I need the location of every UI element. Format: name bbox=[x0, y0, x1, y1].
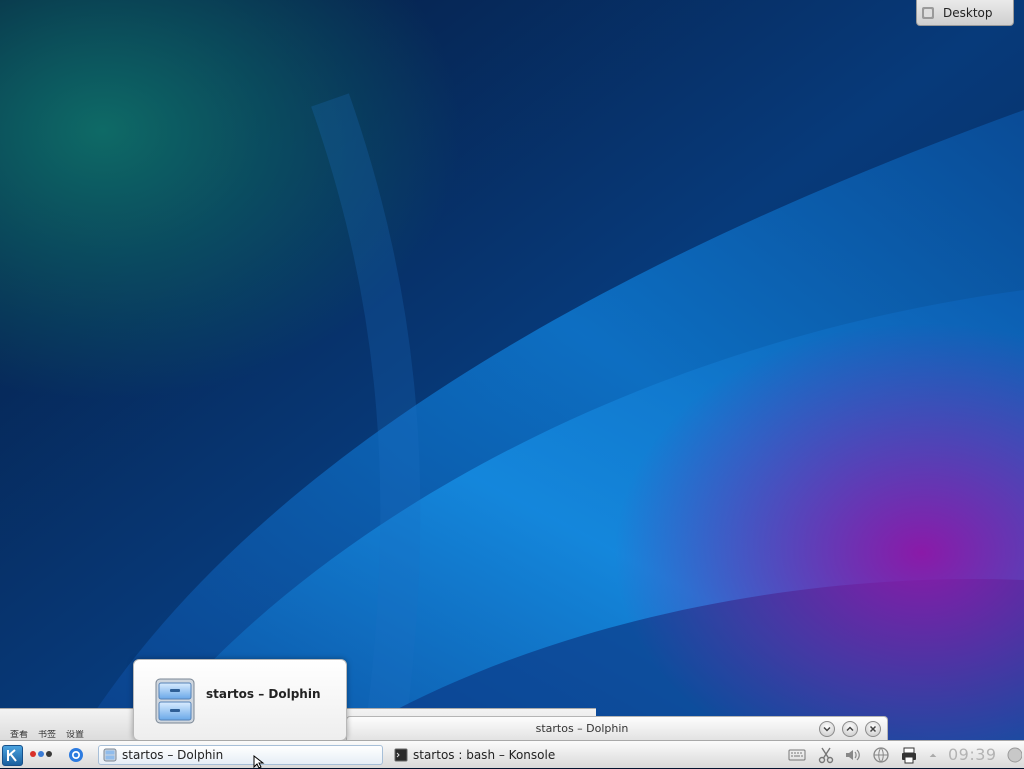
close-button[interactable] bbox=[865, 721, 881, 737]
mouse-cursor bbox=[253, 755, 265, 769]
tooltip-title: startos – Dolphin bbox=[206, 687, 321, 701]
activity-switcher[interactable] bbox=[30, 751, 54, 759]
background-window-menubar: 查看 书签 设置 bbox=[0, 730, 94, 740]
maximize-button[interactable] bbox=[842, 721, 858, 737]
scissors-icon bbox=[818, 747, 834, 764]
activity-dot-dark bbox=[46, 751, 52, 757]
volume-tray-icon[interactable] bbox=[843, 746, 863, 764]
minimize-button[interactable] bbox=[819, 721, 835, 737]
printer-icon bbox=[902, 747, 916, 764]
activity-dot-blue bbox=[38, 751, 44, 757]
desktop-toolbox-button[interactable]: Desktop bbox=[916, 0, 1014, 26]
cashew-label: Desktop bbox=[943, 5, 993, 20]
close-icon bbox=[869, 725, 877, 733]
chevron-down-icon bbox=[823, 726, 831, 732]
task-dolphin[interactable]: startos – Dolphin bbox=[98, 745, 383, 765]
tray-expander[interactable] bbox=[927, 746, 939, 764]
keyboard-tray-icon[interactable] bbox=[787, 746, 807, 764]
task-label: startos – Dolphin bbox=[122, 748, 224, 762]
terminal-icon bbox=[394, 748, 408, 762]
chevron-up-icon bbox=[846, 726, 854, 732]
network-icon bbox=[873, 747, 889, 763]
plasma-toolbox-icon bbox=[922, 6, 934, 19]
task-konsole[interactable]: startos : bash – Konsole bbox=[390, 745, 620, 765]
printer-tray-icon[interactable] bbox=[899, 746, 919, 764]
dolphin-window-titlebar[interactable]: startos – Dolphin bbox=[346, 716, 888, 742]
application-launcher-button[interactable] bbox=[2, 745, 23, 766]
panel-toolbox-icon bbox=[1007, 747, 1022, 763]
window-title: startos – Dolphin bbox=[535, 722, 629, 735]
kde-logo-icon bbox=[7, 749, 17, 762]
menu-item-bookmarks[interactable]: 书签 bbox=[38, 730, 56, 740]
taskbar-panel: startos – Dolphin startos : bash – Konso… bbox=[0, 740, 1024, 768]
menu-item-view[interactable]: 查看 bbox=[10, 730, 28, 740]
keyboard-icon bbox=[788, 749, 806, 761]
activity-dot-red bbox=[30, 751, 36, 757]
digital-clock[interactable]: 09:39 bbox=[948, 745, 997, 765]
desktop-wallpaper bbox=[0, 0, 1024, 768]
browser-icon[interactable] bbox=[68, 747, 84, 763]
file-cabinet-icon bbox=[155, 678, 195, 724]
panel-toolbox-button[interactable] bbox=[1003, 746, 1023, 764]
dolphin-icon bbox=[103, 748, 117, 762]
speaker-icon bbox=[846, 749, 860, 761]
triangle-up-icon bbox=[929, 753, 937, 757]
task-label: startos : bash – Konsole bbox=[413, 748, 556, 762]
menu-item-settings[interactable]: 设置 bbox=[66, 730, 84, 740]
clipboard-tray-icon[interactable] bbox=[816, 746, 836, 764]
network-tray-icon[interactable] bbox=[871, 746, 891, 764]
task-tooltip: startos – Dolphin bbox=[133, 659, 347, 741]
